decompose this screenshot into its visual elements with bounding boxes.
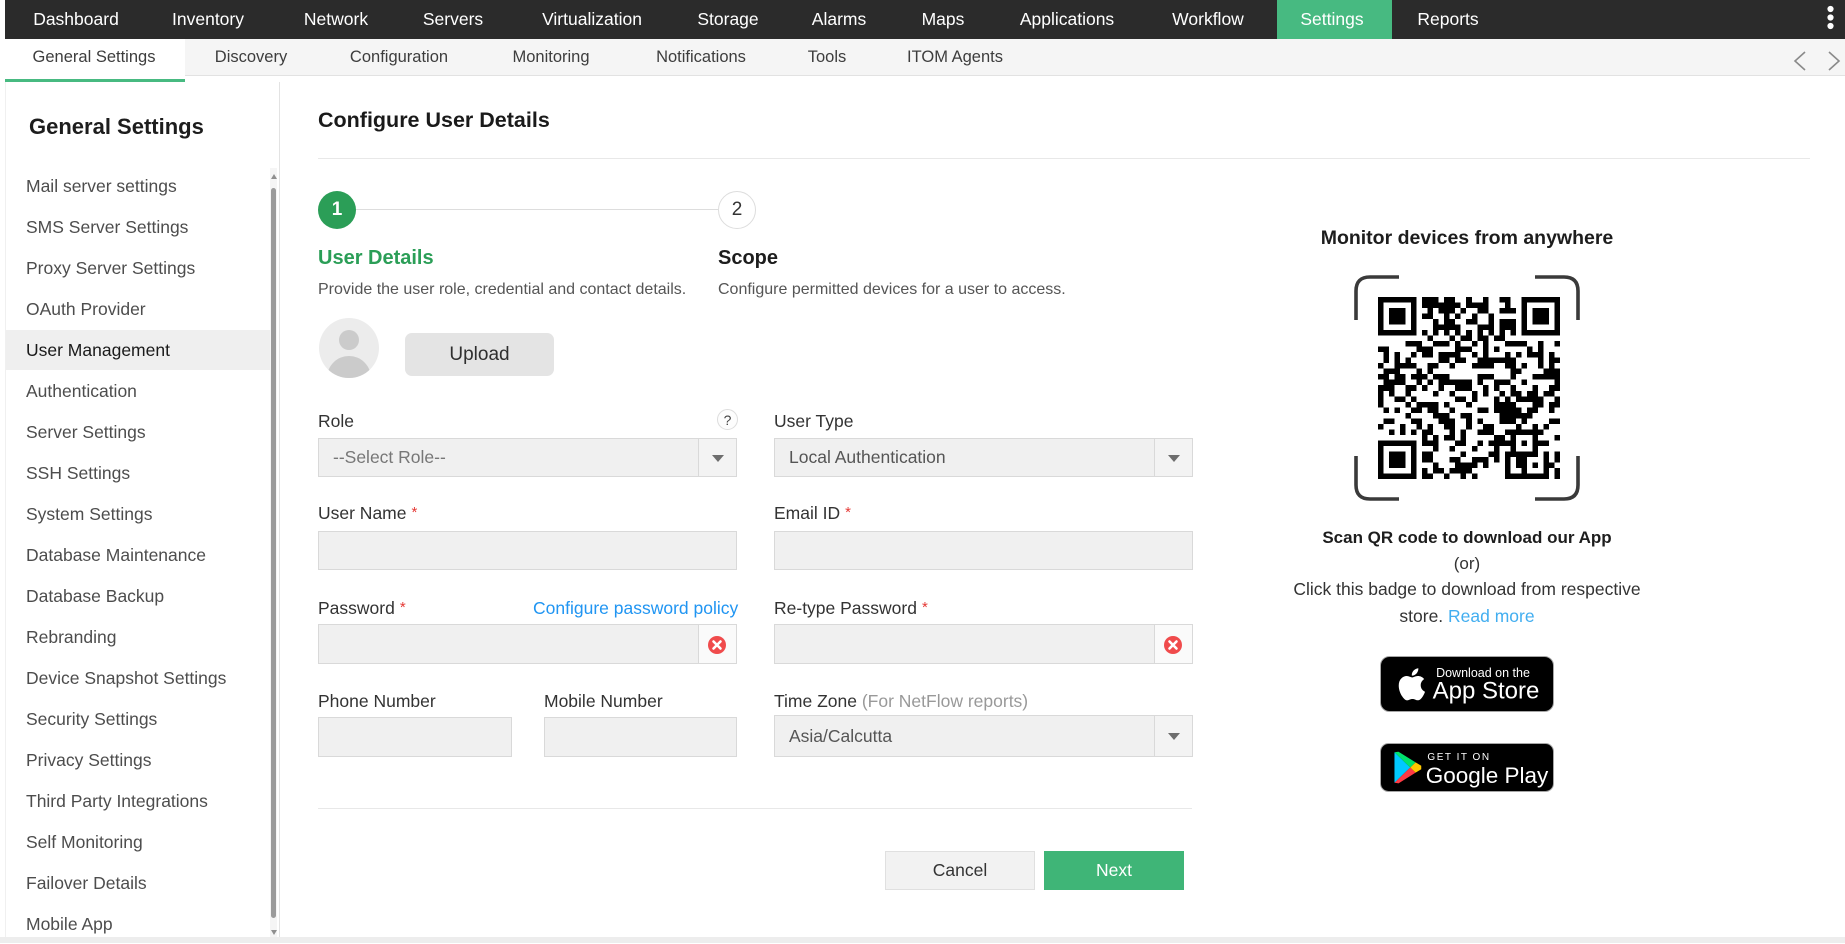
svg-text:GET IT ON: GET IT ON xyxy=(1427,752,1490,763)
svg-text:Google Play: Google Play xyxy=(1426,763,1549,788)
svg-text:App Store: App Store xyxy=(1433,678,1540,705)
